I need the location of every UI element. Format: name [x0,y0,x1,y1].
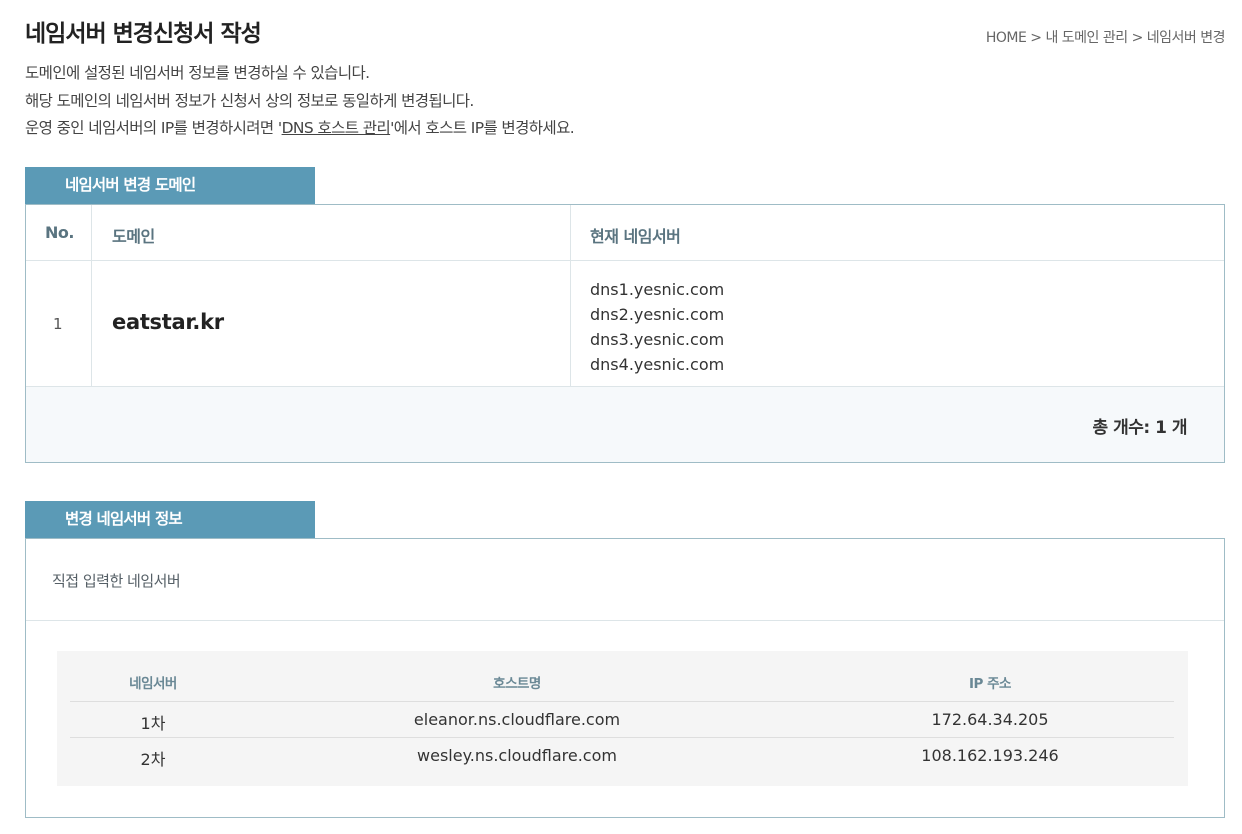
page-title: 네임서버 변경신청서 작성 [25,21,262,47]
custom-ns-label: 직접 입력한 네임서버 [52,572,181,590]
total-count: 총 개수: 1 개 [1092,418,1188,438]
domain-name: eatstar.kr [112,310,224,334]
ns-order: 1차 [140,714,166,733]
divider [26,620,1224,621]
breadcrumb: HOME > 내 도메인 관리 > 네임서버 변경 [986,27,1226,47]
row-divider [70,701,1174,702]
column-header-nameserver: 네임서버 [129,676,177,692]
new-ns-table: 네임서버 호스트명 IP 주소 1차 eleanor.ns.cloudflare… [57,651,1188,786]
current-nameserver: dns4.yesnic.com [590,355,725,374]
description-line-2: 해당 도메인의 네임서버 정보가 신청서 상의 정보로 동일하게 변경됩니다. [25,91,474,110]
column-header-domain: 도메인 [112,227,155,246]
description-line-3: 운영 중인 네임서버의 IP를 변경하시려면 'DNS 호스트 관리'에서 호스… [25,115,575,143]
new-ns-box: 직접 입력한 네임서버 네임서버 호스트명 IP 주소 1차 eleanor.n… [25,538,1225,818]
column-header-no: No. [45,223,74,242]
ns-ip: 108.162.193.246 [921,746,1059,765]
domain-section-tab: 네임서버 변경 도메인 [25,167,315,204]
description-line-3-pre: 운영 중인 네임서버의 IP를 변경하시려면 ' [25,119,282,137]
column-header-ip: IP 주소 [969,676,1011,692]
ns-hostname: eleanor.ns.cloudflare.com [413,710,621,729]
new-ns-section-tab: 변경 네임서버 정보 [25,501,315,538]
current-nameserver: dns1.yesnic.com [590,280,725,299]
domain-table-header: No. 도메인 현재 네임서버 [26,205,1224,261]
column-header-hostname: 호스트명 [493,676,541,692]
description-line-3-post: '에서 호스트 IP를 변경하세요. [390,119,575,137]
domain-table: No. 도메인 현재 네임서버 1 eatstar.kr dns1.yesnic… [25,204,1225,463]
breadcrumb-my-domains[interactable]: 내 도메인 관리 [1045,30,1128,46]
breadcrumb-separator: > [1030,30,1042,46]
table-footer: 총 개수: 1 개 [26,387,1224,462]
current-nameserver-list: dns1.yesnic.com dns2.yesnic.com dns3.yes… [590,277,724,377]
ns-hostname: wesley.ns.cloudflare.com [417,746,617,765]
description-line-1: 도메인에 설정된 네임서버 정보를 변경하실 수 있습니다. [25,64,370,82]
row-divider [70,737,1174,738]
current-nameserver: dns2.yesnic.com [590,305,725,324]
ns-order: 2차 [140,750,166,769]
ns-ip: 172.64.34.205 [931,710,1049,729]
row-number: 1 [53,315,63,333]
breadcrumb-current: 네임서버 변경 [1146,30,1226,46]
breadcrumb-separator: > [1131,30,1144,46]
column-header-current-ns: 현재 네임서버 [590,227,681,246]
current-nameserver: dns3.yesnic.com [590,330,725,349]
table-row: 1 eatstar.kr dns1.yesnic.com dns2.yesnic… [26,261,1224,387]
breadcrumb-home[interactable]: HOME [986,30,1027,46]
page-description: 도메인에 설정된 네임서버 정보를 변경하실 수 있습니다. 해당 도메인의 네… [25,60,575,143]
dns-host-manage-link[interactable]: DNS 호스트 관리 [282,119,391,137]
